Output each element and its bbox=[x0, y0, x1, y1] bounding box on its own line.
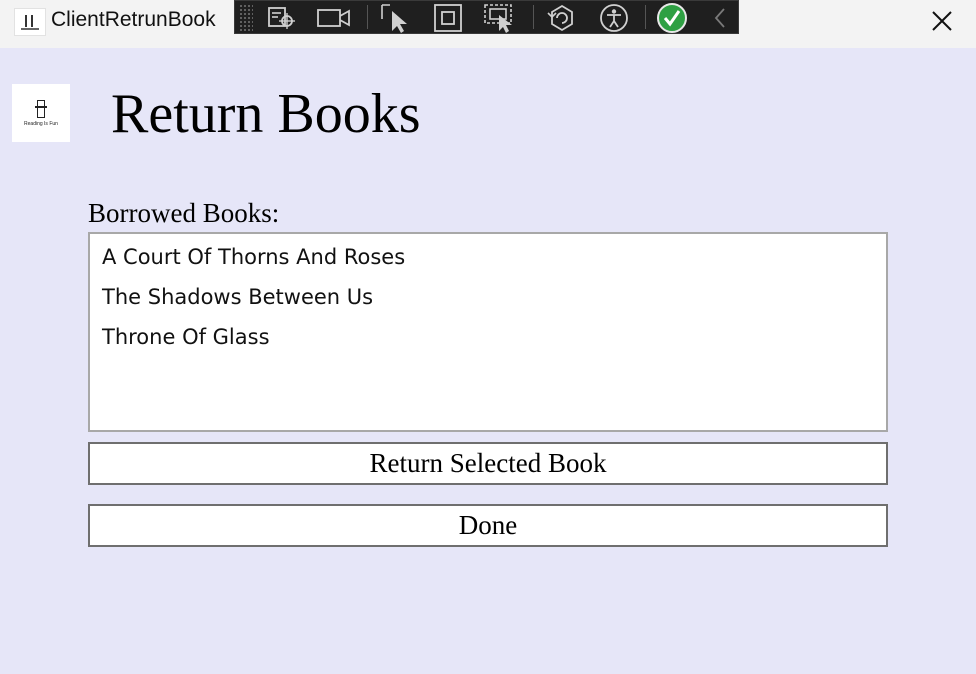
app-icon bbox=[14, 8, 46, 36]
logo-text: Reading Is Fun bbox=[24, 121, 58, 127]
pointer-select-icon bbox=[381, 4, 407, 33]
status-check-button[interactable] bbox=[655, 1, 689, 35]
track-focus-button[interactable] bbox=[483, 1, 517, 35]
collapse-chevron-icon bbox=[714, 8, 725, 28]
app-window: ClientRetrunBook Reading Is Fun Return B… bbox=[0, 0, 976, 674]
list-item[interactable]: A Court Of Thorns And Roses bbox=[102, 244, 405, 270]
checkmark-icon bbox=[657, 3, 687, 33]
borrowed-books-list[interactable]: A Court Of Thorns And Roses The Shadows … bbox=[88, 232, 888, 432]
borrowed-books-label: Borrowed Books: bbox=[88, 198, 280, 228]
list-item[interactable]: Throne Of Glass bbox=[102, 324, 270, 350]
layout-adorner-icon bbox=[434, 4, 462, 32]
done-button[interactable]: Done bbox=[88, 504, 888, 547]
track-focus-icon bbox=[484, 4, 512, 33]
close-button[interactable] bbox=[920, 4, 964, 38]
select-element-icon bbox=[268, 7, 295, 29]
list-item[interactable]: The Shadows Between Us bbox=[102, 284, 373, 310]
accessibility-icon bbox=[600, 4, 628, 32]
page-title: Return Books bbox=[111, 83, 421, 145]
toolbar-grip[interactable] bbox=[239, 4, 253, 32]
collapse-toolbar-button[interactable] bbox=[703, 1, 737, 35]
record-button[interactable] bbox=[317, 1, 351, 35]
xaml-devtools-toolbar bbox=[234, 0, 739, 34]
select-element-button[interactable] bbox=[265, 1, 299, 35]
close-icon bbox=[932, 11, 952, 31]
video-camera-icon bbox=[317, 9, 350, 27]
hot-reload-button[interactable] bbox=[545, 1, 579, 35]
layout-adorner-button[interactable] bbox=[431, 1, 465, 35]
hot-reload-icon bbox=[547, 4, 573, 32]
library-logo: Reading Is Fun bbox=[12, 84, 70, 142]
return-selected-book-button[interactable]: Return Selected Book bbox=[88, 442, 888, 485]
pointer-select-button[interactable] bbox=[379, 1, 413, 35]
accessibility-button[interactable] bbox=[597, 1, 631, 35]
window-title: ClientRetrunBook bbox=[51, 8, 216, 31]
